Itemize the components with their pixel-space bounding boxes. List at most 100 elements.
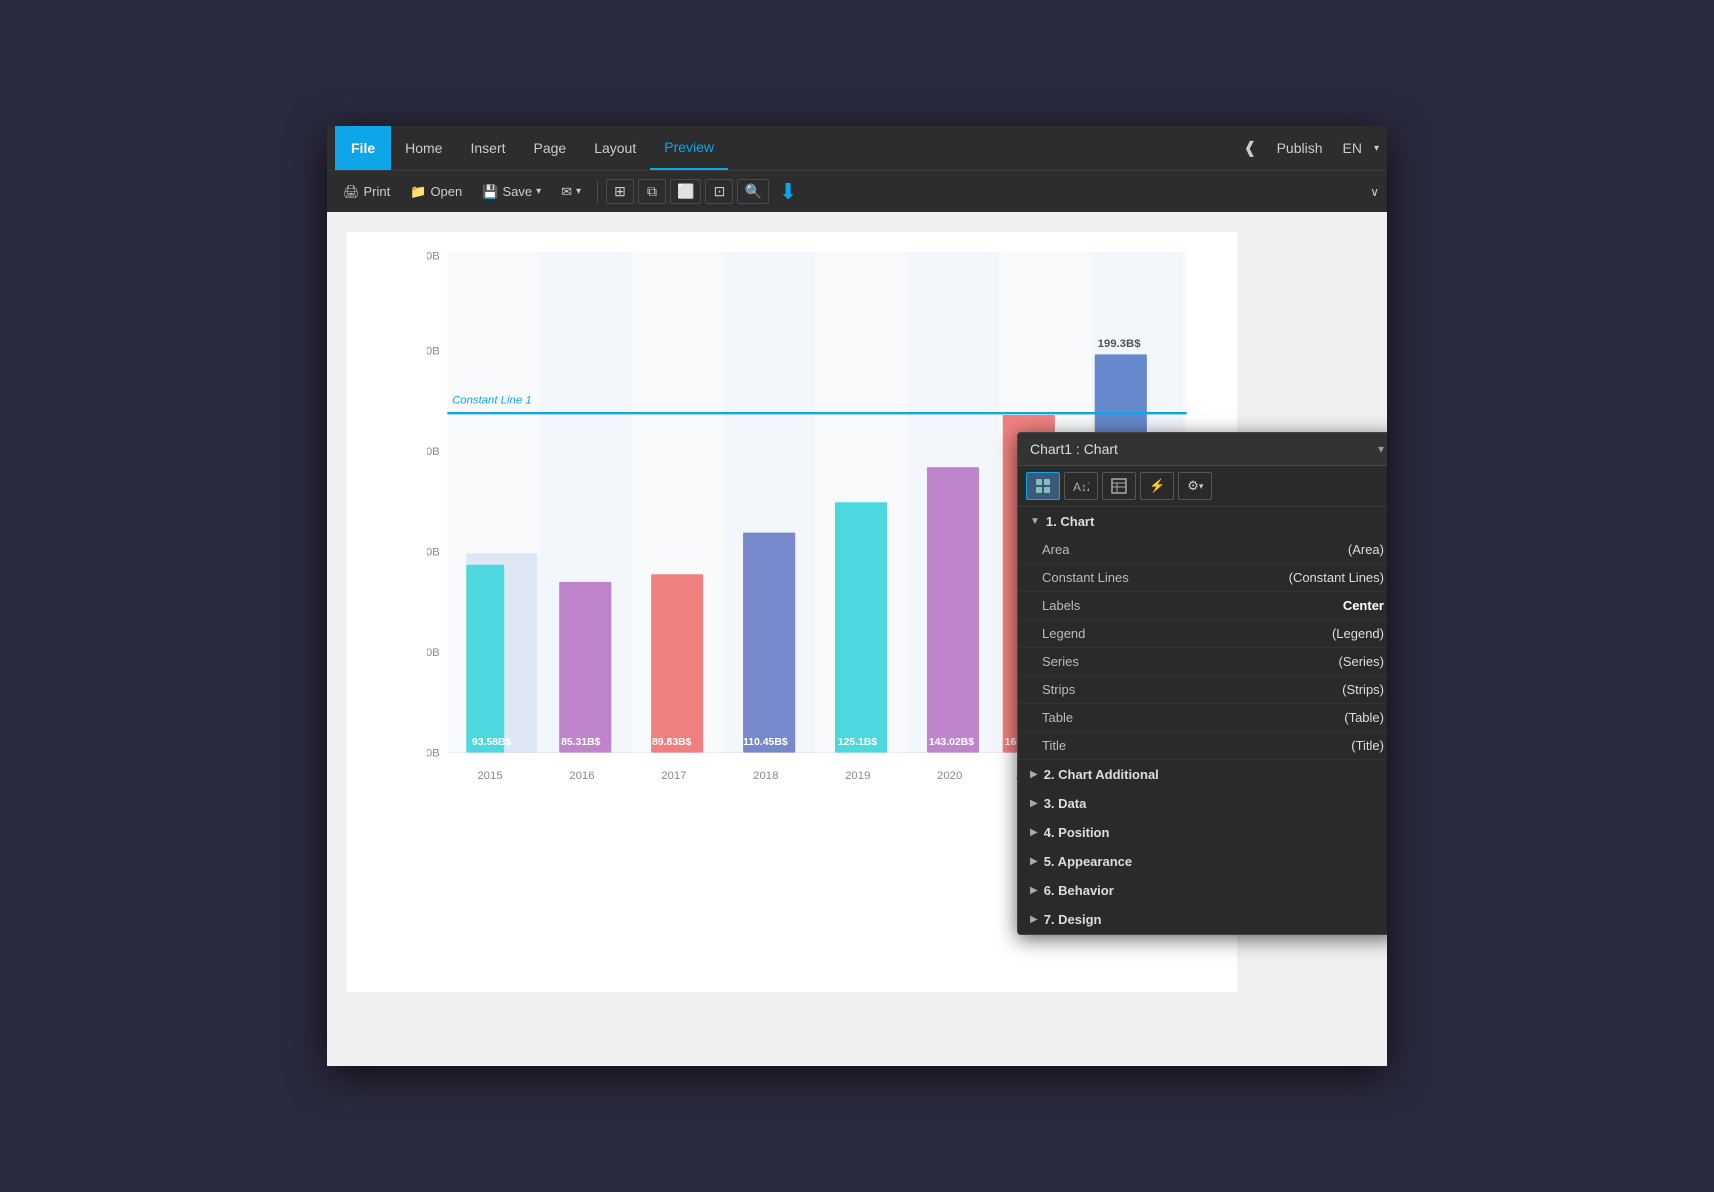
publish-button[interactable]: Publish xyxy=(1269,136,1331,160)
menu-page[interactable]: Page xyxy=(520,126,581,170)
svg-text:2020: 2020 xyxy=(937,770,962,782)
main-content: 93.58B$ 85.31B$ 89.83B$ 110.45B$ 125.1B$ xyxy=(327,212,1387,1066)
print-button[interactable]: 🖨 Print xyxy=(335,180,398,204)
menu-layout[interactable]: Layout xyxy=(580,126,650,170)
toolbar-view-btn[interactable]: ⬜ xyxy=(670,179,701,204)
section-behavior-arrow: ▶ xyxy=(1030,885,1038,896)
toolbar: 🖨 Print 📁 Open 💾 Save ▾ ✉ ▾ ⊞ ⧉ ⬜ ⊡ 🔍 ⬇ … xyxy=(327,170,1387,212)
svg-text:100B: 100B xyxy=(427,546,440,558)
prop-legend-name: Legend xyxy=(1042,626,1332,641)
email-button[interactable]: ✉ ▾ xyxy=(553,180,589,204)
prop-table[interactable]: Table (Table) xyxy=(1018,704,1387,732)
section-behavior-header[interactable]: ▶ 6. Behavior xyxy=(1018,876,1387,905)
prop-area-value: (Area) xyxy=(1348,542,1384,557)
svg-text:110.45B$: 110.45B$ xyxy=(743,737,788,748)
toolbar-layout-btn[interactable]: ⊡ xyxy=(705,179,733,204)
svg-text:50B: 50B xyxy=(427,647,440,659)
menu-preview[interactable]: Preview xyxy=(650,126,728,170)
toolbar-grid-btn[interactable]: ⊞ xyxy=(606,179,634,204)
svg-text:89.83B$: 89.83B$ xyxy=(652,737,692,748)
prop-legend-value: (Legend) xyxy=(1332,626,1384,641)
lightning-icon: ⚡ xyxy=(1149,478,1165,494)
print-icon: 🖨 xyxy=(343,184,360,200)
toolbar-more[interactable]: ∨ xyxy=(1370,185,1379,199)
prop-area[interactable]: Area (Area) xyxy=(1018,536,1387,564)
svg-text:200B: 200B xyxy=(427,345,440,357)
properties-panel: Chart1 : Chart ▾ A↕Z xyxy=(1017,432,1387,935)
svg-text:93.58B$: 93.58B$ xyxy=(472,737,512,748)
svg-text:125.1B$: 125.1B$ xyxy=(838,737,878,748)
menu-bar: File Home Insert Page Layout Preview ❰ P… xyxy=(327,126,1387,170)
save-icon: 💾 xyxy=(482,184,498,200)
svg-text:2018: 2018 xyxy=(753,770,778,782)
section-design-header[interactable]: ▶ 7. Design xyxy=(1018,905,1387,934)
gear-tab-button[interactable]: ⚙ ▾ xyxy=(1178,472,1212,500)
panel-toolbar: A↕Z ⚡ ⚙ ▾ xyxy=(1018,466,1387,507)
prop-strips[interactable]: Strips (Strips) xyxy=(1018,676,1387,704)
menu-right: ❰ Publish EN ▾ xyxy=(1243,136,1379,160)
prop-labels-value: Center xyxy=(1343,598,1384,613)
section-chart-additional-label: 2. Chart Additional xyxy=(1044,767,1159,782)
svg-text:2015: 2015 xyxy=(477,770,502,782)
svg-text:2019: 2019 xyxy=(845,770,870,782)
svg-text:0B: 0B xyxy=(427,747,440,759)
section-chart-label: 1. Chart xyxy=(1046,514,1094,529)
prop-labels-name: Labels xyxy=(1042,598,1343,613)
prop-legend[interactable]: Legend (Legend) xyxy=(1018,620,1387,648)
svg-text:85.31B$: 85.31B$ xyxy=(561,737,601,748)
open-button[interactable]: 📁 Open xyxy=(402,180,470,204)
section-chart-additional-header[interactable]: ▶ 2. Chart Additional xyxy=(1018,760,1387,789)
section-data-arrow: ▶ xyxy=(1030,798,1038,809)
email-icon: ✉ xyxy=(561,184,572,200)
menu-insert[interactable]: Insert xyxy=(456,126,519,170)
email-dropdown-icon: ▾ xyxy=(576,186,581,197)
table-icon xyxy=(1111,478,1127,494)
section-chart-rows: Area (Area) Constant Lines (Constant Lin… xyxy=(1018,536,1387,760)
menu-file[interactable]: File xyxy=(335,126,391,170)
svg-text:A↕Z: A↕Z xyxy=(1073,480,1089,493)
svg-text:2017: 2017 xyxy=(661,770,686,782)
prop-title-value: (Title) xyxy=(1351,738,1384,753)
toolbar-copy-btn[interactable]: ⧉ xyxy=(638,179,666,204)
section-chart-header[interactable]: ▼ 1. Chart xyxy=(1018,507,1387,536)
sort-tab-button[interactable]: A↕Z xyxy=(1064,472,1098,500)
table-tab-button[interactable] xyxy=(1102,472,1136,500)
toolbar-search-btn[interactable]: 🔍 xyxy=(737,179,768,204)
svg-text:150B: 150B xyxy=(427,446,440,458)
lang-dropdown-icon[interactable]: ▾ xyxy=(1374,143,1379,154)
prop-series[interactable]: Series (Series) xyxy=(1018,648,1387,676)
properties-icon xyxy=(1035,478,1051,494)
section-data-label: 3. Data xyxy=(1044,796,1087,811)
app-window: File Home Insert Page Layout Preview ❰ P… xyxy=(327,126,1387,1066)
prop-title-name: Title xyxy=(1042,738,1351,753)
section-appearance-header[interactable]: ▶ 5. Appearance xyxy=(1018,847,1387,876)
save-dropdown-icon: ▾ xyxy=(536,186,541,197)
prop-labels[interactable]: Labels Center xyxy=(1018,592,1387,620)
prop-title[interactable]: Title (Title) xyxy=(1018,732,1387,760)
download-button[interactable]: ⬇ xyxy=(773,177,803,207)
prop-constant-lines-name: Constant Lines xyxy=(1042,570,1289,585)
section-data-header[interactable]: ▶ 3. Data xyxy=(1018,789,1387,818)
lang-selector[interactable]: EN xyxy=(1343,140,1362,156)
prop-series-value: (Series) xyxy=(1338,654,1384,669)
panel-dropdown-icon[interactable]: ▾ xyxy=(1378,442,1384,456)
sort-icon: A↕Z xyxy=(1073,479,1089,493)
properties-tab-button[interactable] xyxy=(1026,472,1060,500)
share-icon[interactable]: ❰ xyxy=(1243,138,1256,158)
prop-constant-lines-value: (Constant Lines) xyxy=(1289,570,1384,585)
svg-text:143.02B$: 143.02B$ xyxy=(929,737,974,748)
section-position-header[interactable]: ▶ 4. Position xyxy=(1018,818,1387,847)
prop-strips-name: Strips xyxy=(1042,682,1342,697)
prop-area-name: Area xyxy=(1042,542,1348,557)
prop-constant-lines[interactable]: Constant Lines (Constant Lines) xyxy=(1018,564,1387,592)
menu-home[interactable]: Home xyxy=(391,126,456,170)
panel-header: Chart1 : Chart ▾ xyxy=(1018,433,1387,466)
lightning-tab-button[interactable]: ⚡ xyxy=(1140,472,1174,500)
panel-title: Chart1 : Chart xyxy=(1030,441,1378,457)
save-button[interactable]: 💾 Save ▾ xyxy=(474,180,549,204)
section-chart-arrow: ▼ xyxy=(1030,516,1040,527)
section-chart-additional-arrow: ▶ xyxy=(1030,769,1038,780)
svg-text:199.3B$: 199.3B$ xyxy=(1098,338,1142,350)
prop-strips-value: (Strips) xyxy=(1342,682,1384,697)
toolbar-separator xyxy=(597,180,598,204)
